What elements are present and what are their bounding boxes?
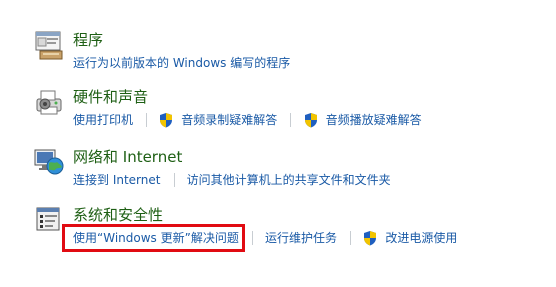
printer-icon[interactable] (34, 87, 64, 117)
uac-shield-icon (304, 112, 318, 128)
link-audio-recording-troubleshoot[interactable]: 音频录制疑难解答 (181, 112, 277, 128)
link-separator (350, 231, 352, 245)
link-run-older-programs[interactable]: 运行为以前版本的 Windows 编写的程序 (73, 55, 290, 71)
link-run-maintenance[interactable]: 运行维护任务 (265, 230, 337, 246)
programs-icon[interactable] (34, 30, 64, 60)
category-title-programs[interactable]: 程序 (73, 30, 103, 50)
category-network-internet: 网络和 Internet 连接到 Internet 访问其他计算机上的共享文件和… (0, 147, 556, 197)
category-title-network-internet[interactable]: 网络和 Internet (73, 147, 182, 167)
category-links-programs: 运行为以前版本的 Windows 编写的程序 (73, 55, 290, 71)
uac-shield-icon (363, 230, 377, 246)
link-audio-playback-troubleshoot[interactable]: 音频播放疑难解答 (326, 112, 422, 128)
system-security-icon[interactable] (34, 205, 64, 235)
category-title-system-security[interactable]: 系统和安全性 (73, 205, 163, 225)
network-globe-icon[interactable] (34, 147, 64, 177)
link-separator (290, 113, 292, 127)
category-hardware-sound: 硬件和声音 使用打印机 音频录制疑难解答 音频播放疑难解答 (0, 87, 556, 137)
category-title-hardware-sound[interactable]: 硬件和声音 (73, 87, 148, 107)
link-access-shared-files[interactable]: 访问其他计算机上的共享文件和文件夹 (187, 172, 391, 188)
link-separator (251, 231, 253, 245)
link-improve-power-usage[interactable]: 改进电源使用 (385, 230, 457, 246)
uac-shield-icon (159, 112, 173, 128)
link-separator (146, 113, 148, 127)
link-connect-internet[interactable]: 连接到 Internet (73, 172, 160, 188)
category-links-hardware-sound: 使用打印机 音频录制疑难解答 音频播放疑难解答 (73, 112, 422, 128)
category-programs: 程序 运行为以前版本的 Windows 编写的程序 (0, 30, 556, 80)
category-links-network-internet: 连接到 Internet 访问其他计算机上的共享文件和文件夹 (73, 172, 391, 188)
link-use-printer[interactable]: 使用打印机 (73, 112, 133, 128)
link-separator (173, 173, 175, 187)
highlight-annotation-box (62, 224, 245, 252)
